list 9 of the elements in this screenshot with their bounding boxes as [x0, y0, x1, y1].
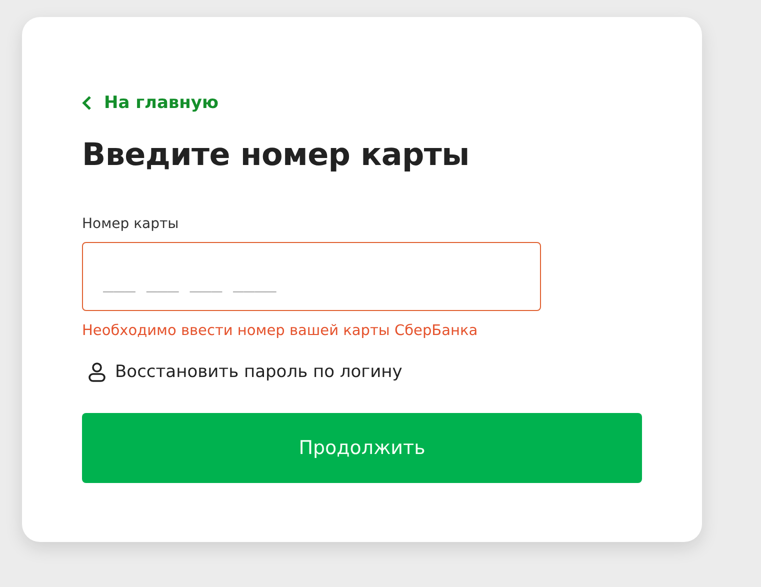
error-message: Необходимо ввести номер вашей карты СберБанка [82, 323, 478, 339]
page-title: Введите номер карты [82, 137, 470, 173]
continue-button[interactable]: Продолжить [82, 413, 642, 483]
person-icon [88, 362, 106, 382]
recover-password-link[interactable]: Восстановить пароль по логину [82, 362, 402, 382]
back-link[interactable]: На главную [82, 93, 219, 113]
field-label: Номер карты [82, 216, 180, 232]
card-number-field[interactable]: ___ ___ ___ ____ [82, 242, 541, 311]
chevron-left-icon [82, 95, 92, 111]
